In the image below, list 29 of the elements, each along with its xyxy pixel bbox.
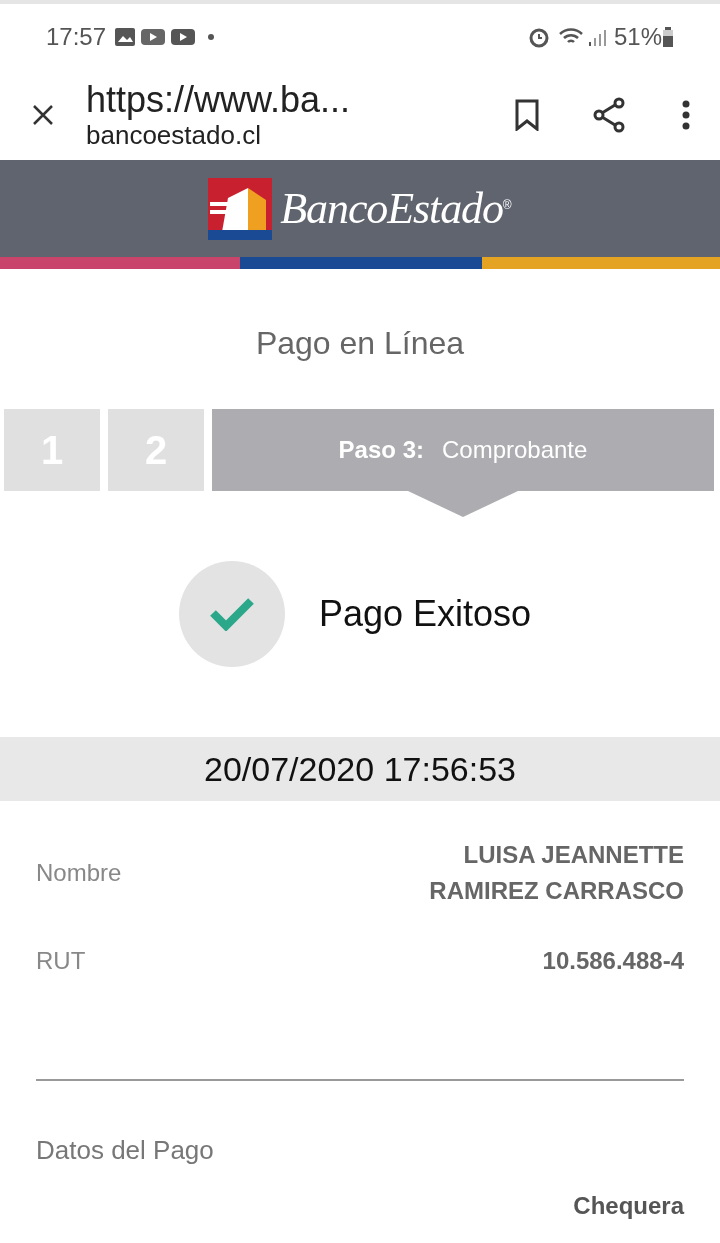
url-text: https://www.ba... <box>86 82 351 118</box>
signal-icon <box>587 27 606 47</box>
status-time: 17:57 <box>46 22 107 52</box>
alarm-icon <box>527 26 550 48</box>
field-value: 10.586.488-4 <box>542 946 684 976</box>
check-icon <box>208 597 255 631</box>
menu-icon[interactable] <box>682 100 690 130</box>
brand-name: BancoEstado <box>280 182 503 235</box>
timestamp: 20/07/2020 17:56:53 <box>204 748 516 790</box>
dot-icon <box>208 34 215 40</box>
section-title: Datos del Pago <box>35 1134 215 1167</box>
video-icon <box>170 27 197 47</box>
share-icon[interactable] <box>592 97 626 133</box>
pointer-icon <box>408 491 518 517</box>
payment-method: Chequera <box>573 1191 684 1221</box>
page-title: Pago en Línea <box>254 324 466 363</box>
image-icon <box>114 27 137 47</box>
video-icon <box>140 27 167 47</box>
registered-mark: ® <box>502 197 512 212</box>
domain-text: bancoestado.cl <box>86 122 262 148</box>
field-value: LUISA JEANNETTE RAMIREZ CARRASCO <box>429 840 684 906</box>
battery-icon <box>662 26 674 48</box>
battery-percent: 51% <box>613 22 662 52</box>
field-label: Nombre <box>36 858 122 888</box>
logo-icon <box>208 177 273 240</box>
bookmark-icon[interactable] <box>514 99 540 131</box>
result-message: Pago Exitoso <box>318 592 532 636</box>
close-icon <box>31 103 55 127</box>
field-label: RUT <box>36 946 86 976</box>
